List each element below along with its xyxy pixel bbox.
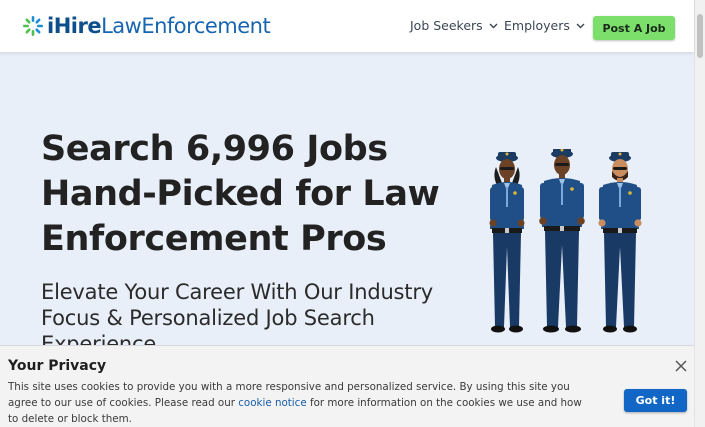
logo-sub-text: LawEnforcement	[101, 14, 271, 38]
starburst-logo-icon	[23, 16, 43, 36]
police-officers-illustration	[489, 149, 642, 333]
post-a-job-button[interactable]: Post A Job	[593, 16, 675, 40]
hero-title: Search 6,996 Jobs Hand-Picked for Law En…	[41, 129, 440, 259]
officer-illustration	[598, 152, 642, 333]
officer-illustration	[539, 149, 585, 333]
logo-brand-text: iHire	[47, 14, 102, 38]
privacy-text: This site uses cookies to provide you wi…	[8, 379, 593, 427]
nav-employers[interactable]: Employers	[504, 18, 585, 33]
accept-cookies-button[interactable]: Got it!	[624, 389, 687, 412]
chevron-down-icon	[576, 23, 585, 28]
nav-job-seekers-label: Job Seekers	[410, 18, 483, 33]
scrollbar-thumb[interactable]	[697, 14, 703, 58]
nav-employers-label: Employers	[504, 18, 570, 33]
cookie-notice-link[interactable]: cookie notice	[238, 397, 306, 409]
privacy-title: Your Privacy	[8, 358, 107, 374]
page-scrollbar[interactable]	[694, 0, 705, 427]
nav-job-seekers[interactable]: Job Seekers	[410, 18, 498, 33]
site-header: iHire LawEnforcement Job Seekers Employe…	[0, 0, 694, 53]
chevron-down-icon	[489, 23, 498, 28]
close-icon[interactable]	[674, 359, 688, 373]
privacy-banner: Your Privacy This site uses cookies to p…	[0, 345, 694, 427]
officer-illustration	[489, 152, 525, 333]
site-logo[interactable]: iHire LawEnforcement	[22, 12, 271, 40]
